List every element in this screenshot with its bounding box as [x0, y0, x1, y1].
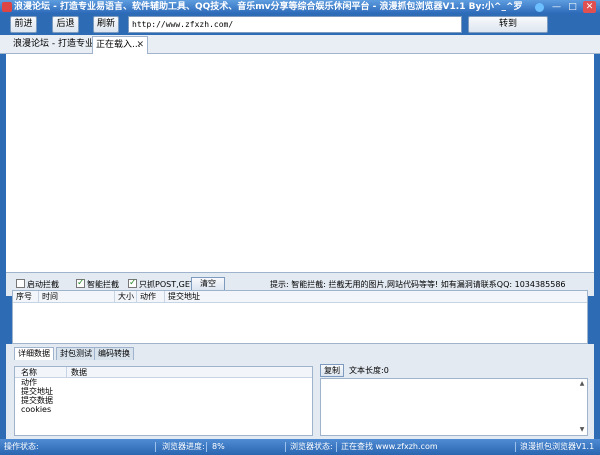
list-item[interactable]: 提交数据	[15, 396, 312, 405]
list-item[interactable]: 动作	[15, 378, 312, 387]
tab-loading[interactable]: 正在载入... ✕	[92, 36, 148, 54]
column-header[interactable]: 序号	[13, 291, 39, 303]
toolbar: 前进 后退 刷新 http://www.zfxzh.com/ 转到	[0, 14, 600, 35]
divider	[336, 442, 337, 452]
text-output[interactable]: ▲ ▼	[320, 378, 588, 436]
tab-detail-data[interactable]: 详细数据	[14, 347, 54, 360]
tab-close-icon[interactable]: ✕	[136, 37, 144, 54]
window-title: 浪漫论坛 - 打造专业易语言、软件辅助工具、QQ技术、音乐mv分享等综合娱乐休闲…	[14, 2, 523, 12]
tab-packet-test[interactable]: 封包测试	[56, 347, 96, 360]
list-item[interactable]: cookies	[15, 405, 312, 414]
close-icon[interactable]: ✕	[583, 1, 596, 13]
progress-label: 浏览器进度:	[162, 442, 205, 451]
scroll-up-icon[interactable]: ▲	[578, 380, 586, 388]
smart-intercept-label: 智能拦截	[87, 280, 119, 289]
column-header[interactable]: 数据	[67, 367, 87, 378]
divider	[155, 442, 156, 452]
browser-status-label: 浏览器状态:	[290, 442, 333, 451]
maximize-icon[interactable]: □	[566, 1, 579, 13]
column-header[interactable]: 名称	[15, 367, 67, 378]
app-name: 浪漫抓包浏览器V1.1	[520, 442, 595, 451]
checkbox-box	[16, 279, 25, 288]
operation-status-label: 操作状态:	[4, 442, 39, 451]
title-bar: 浪漫论坛 - 打造专业易语言、软件辅助工具、QQ技术、音乐mv分享等综合娱乐休闲…	[0, 0, 600, 14]
column-header[interactable]: 提交地址	[165, 291, 225, 303]
packet-table[interactable]: 序号 时间 大小 动作 提交地址	[12, 290, 588, 344]
minimize-icon[interactable]: —	[550, 1, 563, 13]
checkbox-box	[76, 277, 85, 289]
divider	[515, 442, 516, 452]
only-post-get-label: 只抓POST,GET	[139, 280, 195, 289]
app-icon	[2, 2, 12, 12]
list-item[interactable]: 提交地址	[15, 387, 312, 396]
status-bar: 操作状态: 浏览器进度: 8% 浏览器状态: 正在查找 www.zfxzh.co…	[0, 439, 600, 455]
column-header[interactable]: 时间	[39, 291, 115, 303]
divider	[206, 442, 207, 452]
detail-header: 名称 数据	[15, 367, 312, 378]
tab-forum[interactable]: 浪漫论坛 - 打造专业	[10, 36, 94, 54]
column-header[interactable]: 大小	[115, 291, 137, 303]
tab-encoding[interactable]: 编码转换	[94, 347, 134, 360]
go-button[interactable]: 转到	[468, 16, 548, 33]
clear-button[interactable]: 清空	[191, 277, 225, 291]
divider	[285, 442, 286, 452]
progress-value: 8%	[212, 442, 225, 451]
browser-status-value: 正在查找 www.zfxzh.com	[341, 442, 438, 451]
copy-button[interactable]: 复制	[320, 364, 344, 377]
scroll-down-icon[interactable]: ▼	[578, 426, 586, 434]
detail-list[interactable]: 名称 数据 动作 提交地址 提交数据 cookies	[14, 366, 313, 436]
column-header[interactable]: 动作	[137, 291, 165, 303]
forward-button[interactable]: 后退	[52, 16, 79, 33]
auto-intercept-label: 启动拦截	[27, 280, 59, 289]
refresh-button[interactable]: 刷新	[93, 16, 119, 33]
tab-loading-label: 正在载入...	[96, 40, 141, 50]
text-length: 文本长度:0	[349, 366, 389, 375]
back-button[interactable]: 前进	[10, 16, 37, 33]
checkbox-box	[128, 277, 137, 289]
tab-bar: 浪漫论坛 - 打造专业 正在载入... ✕	[0, 35, 600, 54]
skin-icon[interactable]	[533, 1, 546, 13]
web-view[interactable]	[0, 54, 600, 272]
url-input[interactable]: http://www.zfxzh.com/	[128, 16, 462, 33]
packet-table-header: 序号 时间 大小 动作 提交地址	[13, 291, 587, 303]
